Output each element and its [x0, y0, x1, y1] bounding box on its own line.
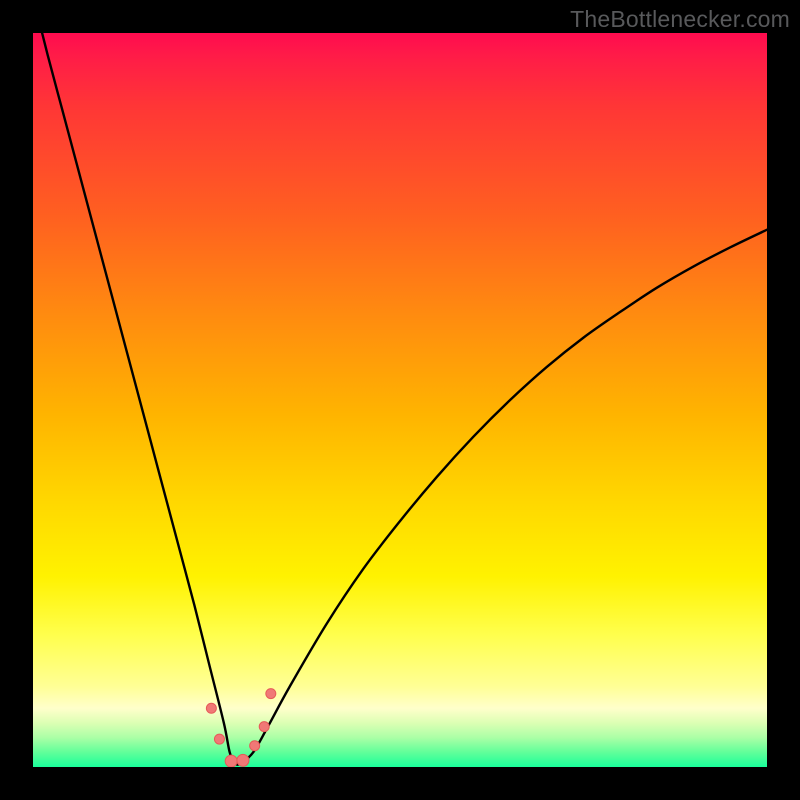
- plot-area: [33, 33, 767, 767]
- watermark-text: TheBottlenecker.com: [570, 6, 790, 33]
- y-axis-strip: [0, 33, 33, 767]
- x-axis-strip: [33, 767, 767, 800]
- chart-frame: TheBottlenecker.com: [0, 0, 800, 800]
